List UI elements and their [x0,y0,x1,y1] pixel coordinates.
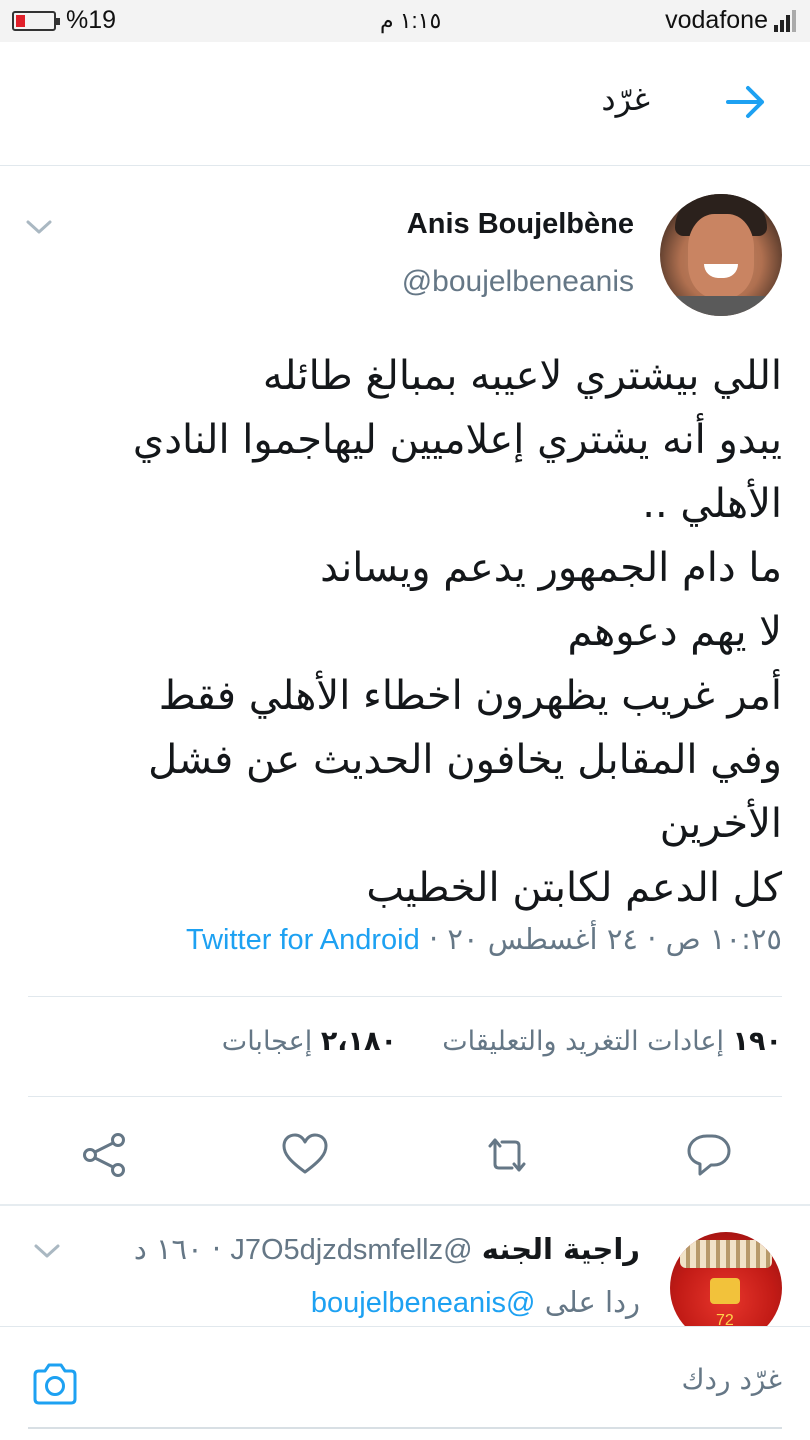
carrier-name: vodafone [665,6,768,34]
page-title: غرّد [601,80,650,118]
reply-header: راجية الجنه @J7O5djzdsmfellz · ١٦٠ د [134,1232,640,1267]
divider [28,996,782,997]
status-bar: %19 ١:١٥ م vodafone [0,0,810,42]
arrow-right-icon[interactable] [722,78,770,126]
tweet-text-line: اللي بيشتري لاعيبه بمبالغ طائله [262,353,782,399]
author-avatar[interactable] [660,194,782,316]
tweet-timestamp: ١٠:٢٥ ص · ٢٤ أغسطس ٢٠ · [428,922,782,956]
tweet-text: اللي بيشتري لاعيبه بمبالغ طائله يبدو أنه… [62,344,782,920]
camera-icon[interactable] [30,1361,80,1407]
retweets-label[interactable]: إعادات التغريد والتعليقات [442,1026,724,1057]
reply-context: ردا على @boujelbeneanis [311,1285,640,1320]
divider [28,1096,782,1097]
tweet-text-line: وفي المقابل يخافون الحديث عن فشل [148,737,782,783]
separator-dot: · [211,1232,222,1266]
retweet-icon[interactable] [482,1130,532,1180]
tweet-text-line: كل الدعم لكابتن الخطيب [366,865,782,911]
tweet-action-bar [0,1118,810,1188]
author-handle[interactable]: @boujelbeneanis [402,265,634,299]
tweet-text-line: الأهلي .. [642,481,782,527]
chevron-down-icon[interactable] [24,212,54,242]
reply-compose-bar [0,1326,810,1440]
share-icon[interactable] [80,1130,130,1180]
chevron-down-icon[interactable] [32,1236,62,1266]
tweet-text-line: يبدو أنه يشتري إعلاميين ليهاجموا النادي [132,417,782,463]
section-separator [0,1204,810,1206]
reply-input[interactable] [162,1363,782,1396]
tweet-text-line: الأخرين [659,801,782,847]
reply-time: ١٦٠ د [133,1232,203,1266]
input-underline [28,1427,782,1429]
likes-label[interactable]: إعجابات [222,1026,312,1057]
battery-icon [12,11,60,31]
reply-author-name[interactable]: راجية الجنه [482,1232,640,1266]
reply-bubble-icon[interactable] [684,1130,734,1180]
reply-author-handle[interactable]: @J7O5djzdsmfellz [230,1234,472,1266]
tweet-text-line: ما دام الجمهور يدعم ويساند [320,545,782,591]
tweet-stats: ١٩٠ إعادات التغريد والتعليقات ٢،١٨٠ إعجا… [222,1026,782,1057]
tweet-meta: ١٠:٢٥ ص · ٢٤ أغسطس ٢٠ · Twitter for Andr… [186,922,782,957]
replying-to-label: ردا على [544,1285,640,1319]
signal-icon [772,10,798,32]
replying-to-mention[interactable]: @boujelbeneanis [311,1287,536,1319]
retweets-count[interactable]: ١٩٠ [733,1026,782,1057]
tweet-detail-screen: %19 ١:١٥ م vodafone غرّد Anis Boujelbène… [0,0,810,1440]
tweet-client-link[interactable]: Twitter for Android [186,924,420,956]
tweet-text-line: أمر غريب يظهرون اخطاء الأهلي فقط [158,673,782,719]
battery-percent: %19 [66,6,117,34]
status-clock: ١:١٥ م [380,8,442,33]
app-header: غرّد [0,42,810,166]
heart-icon[interactable] [280,1130,330,1180]
author-name[interactable]: Anis Boujelbène [407,208,634,241]
tweet-text-line: لا يهم دعوهم [567,609,783,655]
likes-count[interactable]: ٢،١٨٠ [321,1026,397,1057]
